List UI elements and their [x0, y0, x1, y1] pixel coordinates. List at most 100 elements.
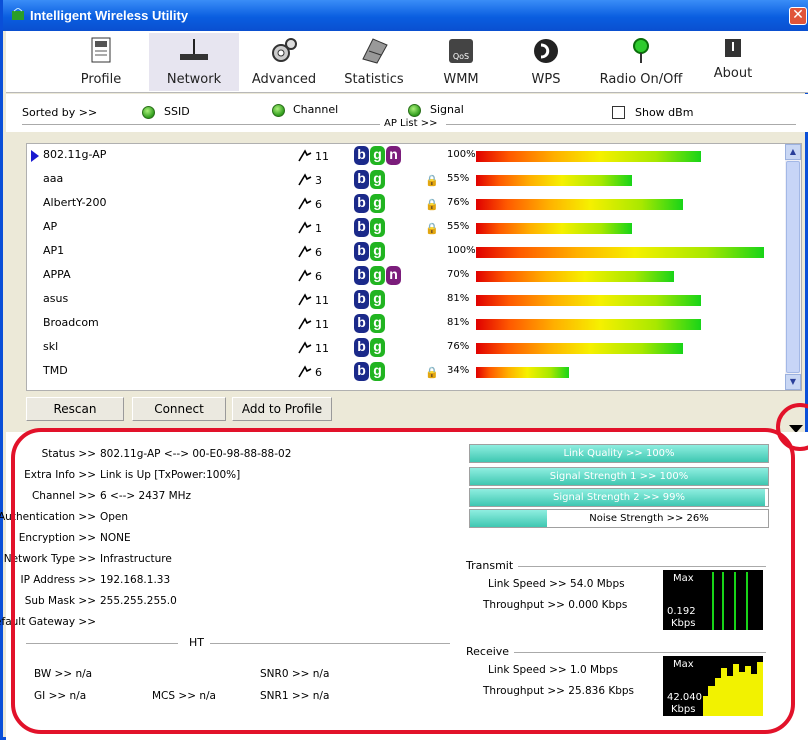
ap-channel: 3	[315, 174, 322, 187]
network-type-row: Network Type >> Infrastructure	[4, 553, 466, 573]
wps-icon	[534, 39, 558, 63]
toolbar-radio[interactable]: Radio On/Off	[591, 33, 691, 91]
default-gateway-key: Default Gateway >>	[0, 616, 96, 628]
toolbar-wmm[interactable]: QoS WMM	[421, 33, 501, 91]
channel-icon	[298, 317, 312, 330]
g-mode-icon: g	[370, 194, 385, 213]
rescan-button[interactable]: Rescan	[26, 397, 124, 421]
ap-row[interactable]: skl 11 b g 76%	[27, 336, 787, 360]
default-gateway-row: Default Gateway >>	[0, 616, 466, 636]
toolbar-about[interactable]: About	[698, 33, 768, 91]
toolbar-wps[interactable]: WPS	[506, 33, 586, 91]
transmit-link-speed: Link Speed >> 54.0 Mbps	[488, 578, 625, 590]
ap-channel: 11	[315, 294, 329, 307]
ap-signal: 55%	[447, 221, 470, 232]
ap-channel: 6	[315, 198, 322, 211]
g-mode-icon: g	[370, 266, 385, 285]
close-button[interactable]: ✕	[789, 7, 807, 25]
signal-bar	[476, 367, 569, 378]
ap-signal: 81%	[447, 317, 470, 328]
channel-icon	[298, 149, 312, 162]
add-to-profile-button[interactable]: Add to Profile	[232, 397, 332, 421]
ap-channel: 6	[315, 366, 322, 379]
ssid-radio[interactable]	[142, 106, 155, 119]
ap-row[interactable]: 802.11g-AP 11 b g n 100%	[27, 144, 787, 168]
authentication-key: Authentication >>	[0, 511, 96, 523]
connect-button[interactable]: Connect	[132, 397, 226, 421]
toolbar-network[interactable]: Network	[149, 33, 239, 91]
ap-signal: 76%	[447, 197, 470, 208]
toolbar-advanced[interactable]: Advanced	[244, 33, 324, 91]
ap-row[interactable]: AP 1 b g 🔒 55%	[27, 216, 787, 240]
ap-row[interactable]: AP1 6 b g 100%	[27, 240, 787, 264]
app-window: Intelligent Wireless Utility ✕ Profile N…	[0, 0, 808, 740]
signal-bar	[476, 271, 674, 282]
advanced-icon	[272, 38, 297, 62]
ap-row[interactable]: asus 11 b g 81%	[27, 288, 787, 312]
scroll-thumb[interactable]	[786, 161, 800, 373]
signal-strength-2-label: Signal Strength 2 >> 99%	[552, 492, 686, 503]
receive-link-speed: Link Speed >> 1.0 Mbps	[488, 664, 618, 676]
ht-section-title: HT	[189, 636, 204, 649]
receive-throughput: Throughput >> 25.836 Kbps	[483, 685, 635, 697]
ap-row[interactable]: Broadcom 11 b g 81%	[27, 312, 787, 336]
signal-radio[interactable]	[408, 104, 421, 117]
show-dbm-checkbox[interactable]	[612, 106, 625, 119]
b-mode-icon: b	[354, 362, 369, 381]
toolbar-label: Profile	[80, 72, 122, 87]
ap-signal: 100%	[447, 245, 476, 256]
g-mode-icon: g	[370, 338, 385, 357]
ap-row[interactable]: AlbertY-200 6 b g 🔒 76%	[27, 192, 787, 216]
toolbar-label: Network	[166, 72, 222, 87]
toolbar-profile[interactable]: Profile	[61, 33, 141, 91]
g-mode-icon: g	[370, 362, 385, 381]
signal-bar	[476, 199, 683, 210]
scrollbar[interactable]: ▲ ▼	[785, 144, 801, 390]
ap-row[interactable]: TMD 6 b g 🔒 34%	[27, 360, 787, 384]
sorted-by-label: Sorted by >>	[22, 106, 98, 119]
noise-strength-bar: Noise Strength >> 26%	[469, 509, 769, 528]
about-icon	[725, 39, 741, 57]
ip-address-row: IP Address >> 192.168.1.33	[6, 574, 466, 594]
ap-row[interactable]: APPA 6 b g n 70%	[27, 264, 787, 288]
ap-channel: 6	[315, 270, 322, 283]
extra-info-key: Extra Info >>	[24, 469, 96, 481]
toolbar-statistics[interactable]: Statistics	[334, 33, 414, 91]
window-title: Intelligent Wireless Utility	[30, 8, 189, 23]
bw-value: BW >> n/a	[34, 668, 93, 680]
noise-strength-label: Noise Strength >> 26%	[589, 513, 709, 524]
receive-graph-value: 42.040	[667, 692, 702, 703]
encryption-row: Encryption >> NONE	[6, 532, 466, 552]
status-key: Status >>	[41, 448, 96, 460]
ap-channel: 11	[315, 150, 329, 163]
transmit-throughput: Throughput >> 0.000 Kbps	[483, 599, 628, 611]
gi-value: GI >> n/a	[34, 690, 87, 702]
ap-channel: 1	[315, 222, 322, 235]
channel-radio[interactable]	[272, 104, 285, 117]
channel-row: Channel >> 6 <--> 2437 MHz	[6, 490, 466, 510]
ap-list: 802.11g-AP 11 b g n 100% aaa 3 b g 🔒 55% AlbertY-200…	[26, 143, 802, 391]
sub-mask-value: 255.255.255.0	[100, 595, 177, 607]
ap-signal: 70%	[447, 269, 470, 280]
signal-bar	[476, 295, 701, 306]
sub-mask-row: Sub Mask >> 255.255.255.0	[6, 595, 466, 615]
channel-icon	[298, 341, 312, 354]
channel-icon	[298, 365, 312, 378]
signal-strength-2-bar: Signal Strength 2 >> 99%	[469, 488, 769, 507]
ap-ssid: 802.11g-AP	[43, 148, 107, 161]
ap-row[interactable]: aaa 3 b g 🔒 55%	[27, 168, 787, 192]
title-bar: Intelligent Wireless Utility ✕	[3, 0, 808, 31]
ap-ssid: asus	[43, 292, 69, 305]
signal-bar	[476, 247, 764, 258]
scroll-up-icon[interactable]: ▲	[785, 144, 801, 160]
ap-signal: 34%	[447, 365, 470, 376]
signal-strength-1-bar: Signal Strength 1 >> 100%	[469, 467, 769, 486]
snr0-value: SNR0 >> n/a	[260, 668, 330, 680]
signal-bar	[476, 151, 701, 162]
toolbar-label: WMM	[443, 72, 479, 87]
g-mode-icon: g	[370, 146, 385, 165]
ap-ssid: TMD	[43, 364, 68, 377]
scroll-down-icon[interactable]: ▼	[785, 374, 801, 390]
divider	[518, 566, 766, 567]
extra-info-row: Extra Info >> Link is Up [TxPower:100%]	[6, 469, 466, 489]
